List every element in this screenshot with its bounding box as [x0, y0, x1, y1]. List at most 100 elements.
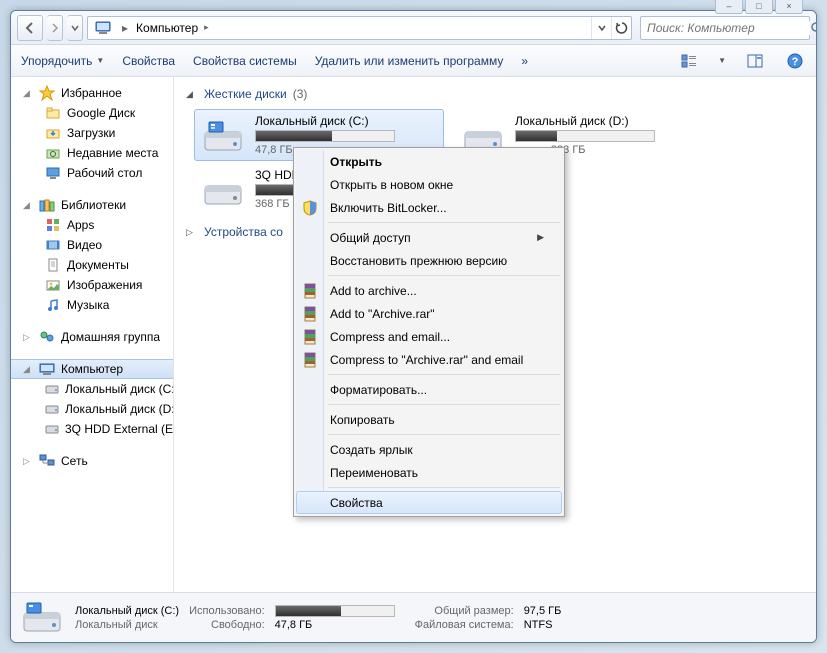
- context-menu-label: Открыть в новом окне: [330, 178, 453, 192]
- apps-icon: [45, 217, 61, 233]
- search-box[interactable]: [640, 16, 810, 40]
- toolbar-overflow-button[interactable]: »: [521, 54, 528, 68]
- context-menu-item[interactable]: Add to "Archive.rar": [296, 302, 562, 325]
- context-menu-label: Форматировать...: [330, 383, 427, 397]
- sidebar-item-drive-d[interactable]: Локальный диск (D:): [11, 399, 173, 419]
- search-button[interactable]: [810, 17, 817, 39]
- context-menu-item[interactable]: Compress to "Archive.rar" and email: [296, 348, 562, 371]
- status-free-label: Свободно:: [189, 619, 265, 631]
- breadcrumb-computer[interactable]: Компьютер ▸: [132, 17, 218, 39]
- sidebar-item-google-drive[interactable]: Google Диск: [11, 103, 173, 123]
- drive-icon: [45, 381, 59, 397]
- search-input[interactable]: [641, 21, 810, 35]
- sidebar-homegroup-header[interactable]: ▷ Домашняя группа: [11, 327, 173, 347]
- window-close-button[interactable]: ×: [775, 0, 803, 14]
- system-properties-button[interactable]: Свойства системы: [193, 54, 297, 68]
- organize-button[interactable]: Упорядочить▼: [21, 54, 104, 68]
- sidebar-item-recent[interactable]: Недавние места: [11, 143, 173, 163]
- category-label: Устройства со: [204, 225, 283, 239]
- music-icon: [45, 297, 61, 313]
- back-button[interactable]: [17, 15, 43, 41]
- status-free-value: 47,8 ГБ: [275, 619, 405, 631]
- sidebar-item-desktop[interactable]: Рабочий стол: [11, 163, 173, 183]
- folder-icon: [45, 105, 61, 121]
- forward-button[interactable]: [47, 15, 63, 41]
- rar-icon: [301, 351, 319, 369]
- sidebar-item-documents[interactable]: Документы: [11, 255, 173, 275]
- homegroup-icon: [39, 329, 55, 345]
- collapse-icon: ◢: [23, 200, 33, 211]
- address-bar[interactable]: ▸ Компьютер ▸: [87, 16, 632, 40]
- uninstall-button[interactable]: Удалить или изменить программу: [315, 54, 504, 68]
- svg-text:?: ?: [792, 56, 799, 68]
- context-menu-label: Открыть: [330, 155, 382, 169]
- command-bar: Упорядочить▼ Свойства Свойства системы У…: [11, 45, 816, 77]
- drive-usage-bar: [255, 130, 395, 142]
- refresh-button[interactable]: [611, 17, 631, 39]
- sidebar-item-drive-c[interactable]: Локальный диск (C:): [11, 379, 173, 399]
- context-menu-item[interactable]: Compress and email...: [296, 325, 562, 348]
- address-dropdown-button[interactable]: [591, 17, 611, 39]
- breadcrumb-separator-icon: ▸: [118, 21, 132, 35]
- window-minimize-button[interactable]: –: [715, 0, 743, 14]
- view-mode-button[interactable]: [678, 50, 700, 72]
- star-icon: [39, 85, 55, 101]
- help-button[interactable]: ?: [784, 50, 806, 72]
- expand-icon: ▷: [186, 227, 198, 238]
- context-menu-item[interactable]: Восстановить прежнюю версию: [296, 249, 562, 272]
- status-used-label: Использовано:: [189, 605, 265, 617]
- expand-icon: ▷: [23, 332, 33, 343]
- properties-button[interactable]: Свойства: [122, 54, 175, 68]
- context-menu-label: Общий доступ: [330, 231, 411, 245]
- video-icon: [45, 237, 61, 253]
- category-label: Жесткие диски: [204, 87, 287, 101]
- sidebar-label: Домашняя группа: [61, 330, 160, 344]
- sidebar-item-pictures[interactable]: Изображения: [11, 275, 173, 295]
- libraries-icon: [39, 197, 55, 213]
- context-menu-item[interactable]: Add to archive...: [296, 279, 562, 302]
- category-hard-drives[interactable]: ◢ Жесткие диски (3): [186, 87, 804, 101]
- drive-icon: [45, 401, 59, 417]
- sidebar-libraries-header[interactable]: ◢ Библиотеки: [11, 195, 173, 215]
- context-menu-label: Add to "Archive.rar": [330, 307, 435, 321]
- drive-icon: [201, 168, 245, 212]
- context-menu-item[interactable]: Форматировать...: [296, 378, 562, 401]
- sidebar-item-videos[interactable]: Видео: [11, 235, 173, 255]
- history-dropdown-button[interactable]: [67, 15, 83, 41]
- context-menu-item[interactable]: Свойства: [296, 491, 562, 514]
- sidebar-network-header[interactable]: ▷ Сеть: [11, 451, 173, 471]
- context-menu-separator: [328, 374, 560, 375]
- context-menu-item[interactable]: Открыть в новом окне: [296, 173, 562, 196]
- sidebar-label: Компьютер: [61, 362, 123, 376]
- details-pane: Локальный диск (C:) Использовано: Общий …: [11, 592, 816, 642]
- view-dropdown-button[interactable]: ▼: [718, 56, 726, 65]
- drive-usage-bar: [515, 130, 655, 142]
- context-menu-separator: [328, 275, 560, 276]
- status-fs-label: Файловая система:: [415, 619, 514, 631]
- context-menu-label: Compress and email...: [330, 330, 450, 344]
- context-menu-item[interactable]: Переименовать: [296, 461, 562, 484]
- preview-pane-button[interactable]: [744, 50, 766, 72]
- sidebar-item-downloads[interactable]: Загрузки: [11, 123, 173, 143]
- sidebar-item-drive-e[interactable]: 3Q HDD External (E:): [11, 419, 173, 439]
- rar-icon: [301, 305, 319, 323]
- context-menu-item[interactable]: Копировать: [296, 408, 562, 431]
- context-menu-item[interactable]: Включить BitLocker...: [296, 196, 562, 219]
- context-menu-item[interactable]: Создать ярлык: [296, 438, 562, 461]
- desktop-icon: [45, 165, 61, 181]
- documents-icon: [45, 257, 61, 273]
- sidebar-favorites-header[interactable]: ◢ Избранное: [11, 83, 173, 103]
- window-maximize-button[interactable]: □: [745, 0, 773, 14]
- context-menu-item[interactable]: Открыть: [296, 150, 562, 173]
- sidebar-computer-header[interactable]: ◢ Компьютер: [11, 359, 173, 379]
- collapse-icon: ◢: [23, 364, 33, 375]
- context-menu-separator: [328, 404, 560, 405]
- sidebar-item-music[interactable]: Музыка: [11, 295, 173, 315]
- sidebar-label: Избранное: [61, 86, 122, 100]
- sidebar-item-apps[interactable]: Apps: [11, 215, 173, 235]
- drive-icon: [201, 114, 245, 158]
- collapse-icon: ◢: [23, 88, 33, 99]
- navigation-bar: ▸ Компьютер ▸: [11, 11, 816, 45]
- breadcrumb-label: Компьютер: [136, 21, 198, 35]
- context-menu-item[interactable]: Общий доступ▶: [296, 226, 562, 249]
